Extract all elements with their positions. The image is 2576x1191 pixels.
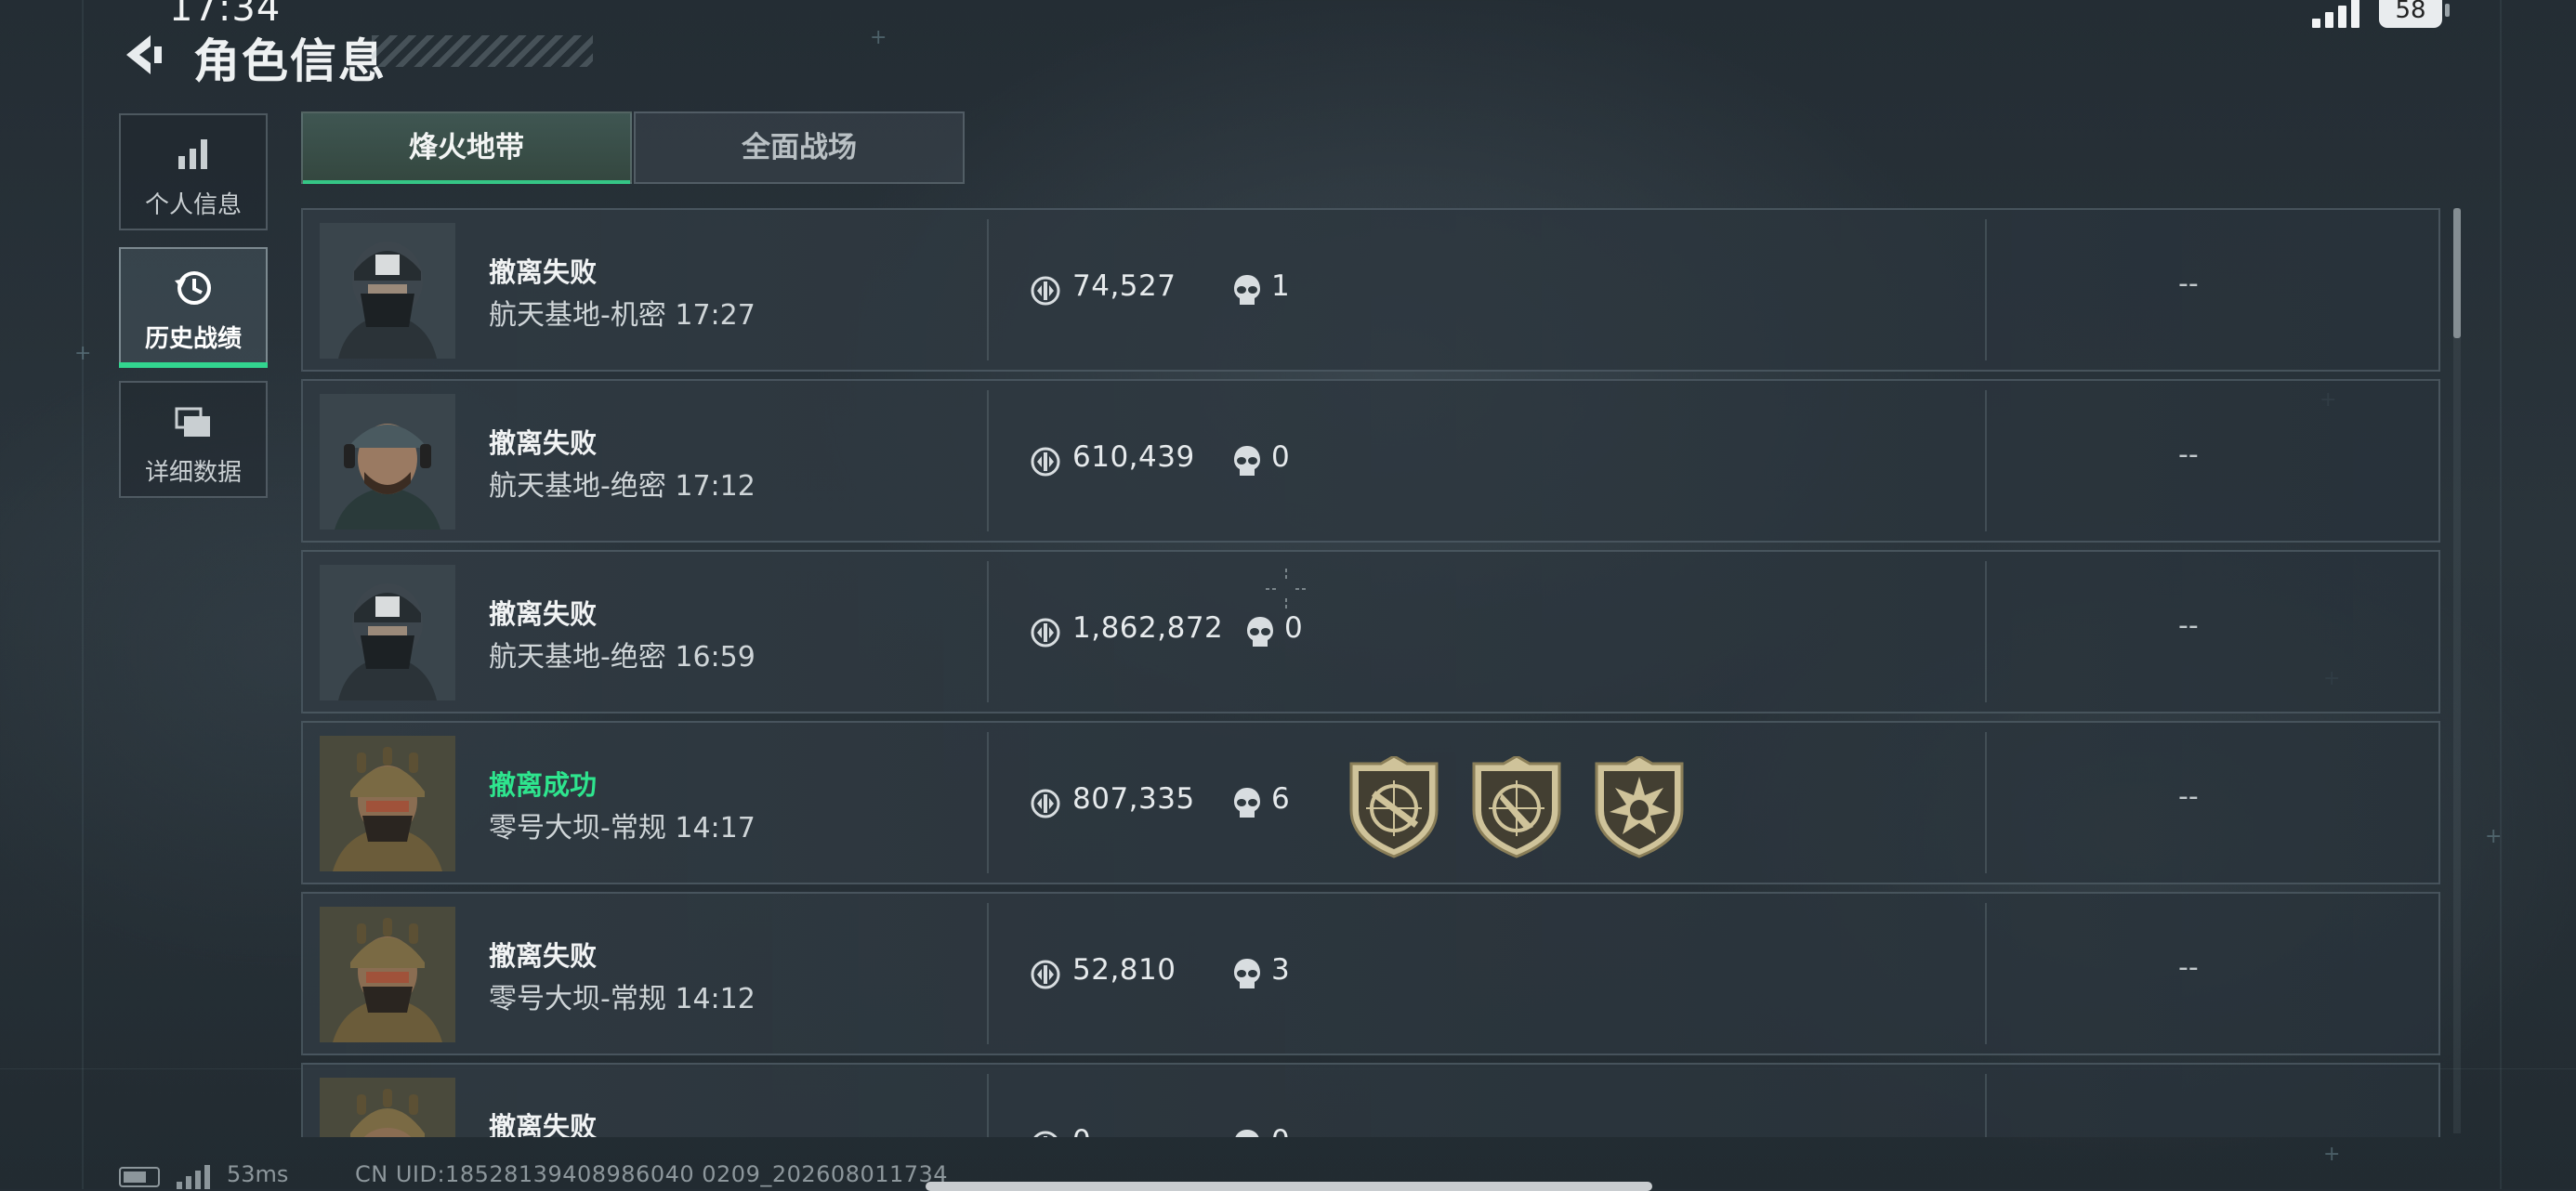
column-divider — [1985, 561, 1987, 702]
kill-count: 6 — [1271, 782, 1290, 816]
cellular-signal-icon — [2312, 0, 2368, 28]
extra-info: -- — [2178, 268, 2199, 300]
folders-icon — [175, 407, 210, 437]
value-coin-icon — [1031, 276, 1060, 306]
match-result: 撤离失败 — [489, 598, 598, 630]
skull-kills-icon — [1247, 617, 1273, 647]
match-record-row[interactable]: 撤离成功 零号大坝-常规 14:17 807,335 6 -- — [301, 721, 2440, 884]
sidebar-item-history[interactable]: 历史战绩 — [119, 247, 268, 368]
kill-count: 3 — [1271, 953, 1290, 987]
sniper-badge-icon[interactable] — [1346, 756, 1442, 858]
network-signal-icon — [177, 1163, 214, 1189]
sidebar-item-label: 历史战绩 — [144, 325, 242, 353]
extra-info: -- — [2178, 780, 2199, 813]
value-coin-icon — [1033, 1131, 1058, 1137]
column-divider — [1985, 390, 1987, 531]
operator-portrait — [320, 223, 455, 359]
sidebar-item-label: 个人信息 — [144, 191, 242, 219]
match-record-row[interactable]: 撤离失败 0 0 — [301, 1063, 2440, 1137]
skull-kills-icon — [1234, 959, 1260, 988]
map-and-time: 航天基地-绝密 17:12 — [489, 470, 756, 503]
sidebar-item-detailed-data[interactable]: 详细数据 — [119, 381, 268, 498]
page-title: 角色信息 — [193, 34, 387, 88]
kill-count: 0 — [1271, 440, 1290, 474]
bar-chart-icon — [178, 139, 207, 169]
skull-kills-icon — [1234, 275, 1260, 305]
skull-kills-icon — [1234, 788, 1260, 818]
match-record-row[interactable]: 撤离失败 航天基地-绝密 16:59 1,862,872 0 -- — [301, 550, 2440, 713]
match-record-row[interactable]: 撤离失败 航天基地-机密 17:27 74,527 1 -- — [301, 208, 2440, 372]
ping-latency: 53ms — [227, 1161, 289, 1187]
kill-count: 0 — [1284, 611, 1303, 645]
skull-burst-badge-icon[interactable] — [1591, 756, 1688, 858]
match-result: 撤离失败 — [489, 427, 598, 459]
match-history-list[interactable]: 撤离失败 航天基地-机密 17:27 74,527 1 -- 撤离失败 航天基地… — [301, 208, 2440, 1137]
map-and-time: 零号大坝-常规 14:17 — [489, 812, 756, 844]
column-divider — [987, 561, 989, 702]
match-record-row[interactable]: 撤离失败 航天基地-绝密 17:12 610,439 0 -- — [301, 379, 2440, 543]
operator-portrait — [320, 394, 455, 530]
loot-value: 1,862,872 — [1072, 611, 1224, 645]
knife-badge-icon[interactable] — [1468, 756, 1565, 858]
column-divider — [1985, 732, 1987, 873]
scrollbar-thumb[interactable] — [2453, 208, 2461, 338]
column-divider — [1985, 903, 1987, 1044]
value-coin-icon — [1031, 618, 1060, 648]
title-decoration — [372, 35, 593, 67]
kill-count: 1 — [1271, 269, 1290, 303]
value-coin-icon — [1031, 960, 1060, 989]
operator-portrait — [320, 1078, 455, 1137]
loot-value: 0 — [1072, 1124, 1091, 1137]
sidebar-item-label: 详细数据 — [144, 459, 242, 487]
operator-portrait — [320, 736, 455, 871]
crosshair-decoration — [1266, 569, 1307, 609]
value-coin-icon — [1031, 447, 1060, 477]
value-coin-icon — [1031, 789, 1060, 818]
user-uid: CN UID:18528139408986040 0209_2026080117… — [355, 1161, 949, 1187]
column-divider — [1985, 219, 1987, 360]
column-divider — [987, 732, 989, 873]
column-divider — [987, 219, 989, 360]
loot-value: 807,335 — [1072, 782, 1195, 816]
operator-portrait — [320, 907, 455, 1042]
match-result: 撤离失败 — [489, 940, 598, 972]
map-and-time: 航天基地-绝密 16:59 — [489, 641, 756, 674]
loot-value: 610,439 — [1072, 440, 1195, 474]
column-divider — [1985, 1074, 1987, 1137]
map-and-time: 航天基地-机密 17:27 — [489, 299, 756, 332]
extra-info: -- — [2178, 951, 2199, 984]
tab-warzone[interactable]: 烽火地带 — [301, 111, 632, 184]
extra-info: -- — [2178, 438, 2199, 471]
column-divider — [987, 1074, 989, 1137]
match-result: 撤离失败 — [489, 256, 598, 288]
tab-full-battlefield[interactable]: 全面战场 — [634, 111, 965, 184]
map-and-time: 零号大坝-常规 14:12 — [489, 983, 756, 1015]
device-battery-icon — [119, 1167, 160, 1187]
loot-value: 52,810 — [1072, 953, 1176, 987]
loot-value: 74,527 — [1072, 269, 1176, 303]
back-arrow-icon[interactable] — [119, 32, 164, 78]
home-indicator[interactable] — [926, 1182, 1652, 1191]
battery-indicator: 58 — [2379, 0, 2450, 28]
kill-count: 0 — [1271, 1124, 1290, 1137]
skull-kills-icon — [1235, 1130, 1259, 1137]
match-result: 撤离失败 — [489, 1111, 598, 1137]
operator-portrait — [320, 565, 455, 700]
match-result: 撤离成功 — [489, 769, 598, 801]
column-divider — [987, 390, 989, 531]
sidebar-item-personal-info[interactable]: 个人信息 — [119, 113, 268, 230]
scrollbar-track[interactable] — [2453, 208, 2461, 1133]
history-clock-icon — [175, 271, 211, 305]
match-record-row[interactable]: 撤离失败 零号大坝-常规 14:12 52,810 3 -- — [301, 892, 2440, 1055]
skull-kills-icon — [1234, 446, 1260, 476]
extra-info: -- — [2178, 609, 2199, 642]
column-divider — [987, 903, 989, 1044]
